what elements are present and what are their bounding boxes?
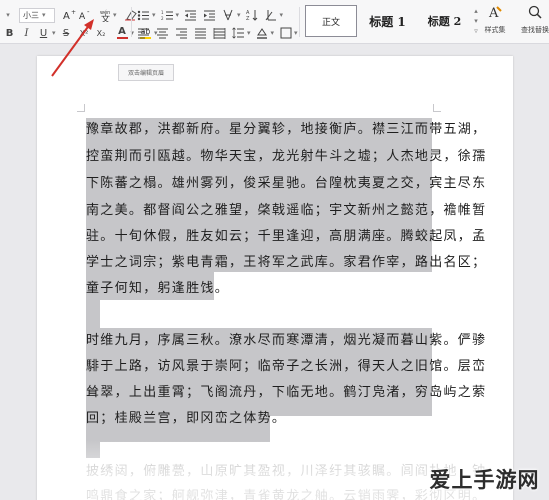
superscript-button[interactable]: X² — [77, 26, 92, 41]
line-spacing-icon[interactable] — [231, 26, 246, 41]
svg-text:Z: Z — [246, 16, 250, 21]
underline-button[interactable]: U — [36, 26, 51, 41]
align-center-icon[interactable] — [155, 26, 170, 41]
site-watermark-logo: 爱上手游网 — [429, 468, 540, 492]
text-line[interactable]: 騑于上路，访风景于崇阿；临帝子之长洲，得天人之旧馆。层峦 — [86, 356, 486, 378]
subscript-button[interactable]: X₂ — [94, 26, 109, 41]
text-line[interactable]: 南之美。都督阎公之雅望，棨戟遥临；宇文新州之懿范，襜帷暂 — [86, 200, 486, 222]
find-replace-button[interactable]: 查找替换 — [515, 4, 549, 35]
strikethrough-button[interactable]: S — [59, 26, 74, 41]
increase-indent-icon[interactable] — [202, 8, 217, 23]
text-line[interactable]: 控蛮荆而引瓯越。物华天宝，龙光射牛斗之墟；人杰地灵，徐孺 — [86, 146, 486, 168]
margin-corner-left — [77, 104, 85, 112]
text-line[interactable]: 回；桂殿兰宫，即冈峦之体势。 — [86, 408, 286, 430]
svg-text:1: 1 — [161, 10, 164, 15]
distributed-align-icon[interactable] — [212, 26, 227, 41]
find-replace-label: 查找替换 — [521, 26, 549, 34]
chevron-up-icon[interactable]: ▴ — [474, 6, 478, 16]
svg-text:2: 2 — [161, 16, 164, 21]
style-set-label: 样式集 — [484, 26, 506, 34]
align-right-icon[interactable] — [174, 26, 189, 41]
style-set-button[interactable]: A 样式集 — [482, 4, 508, 35]
text-line[interactable]: 下陈蕃之榻。雄州雾列，俊采星驰。台隍枕夷夏之交，宾主尽东 — [86, 173, 486, 195]
shrink-font-icon[interactable]: A- — [78, 8, 93, 23]
svg-text:文: 文 — [101, 13, 110, 22]
svg-text:A: A — [79, 12, 86, 21]
selection-highlight — [86, 300, 100, 328]
style-heading-2[interactable]: 标题 2 — [417, 5, 472, 37]
style-heading-1-label: 标题 1 — [369, 14, 406, 29]
svg-text:+: + — [71, 9, 76, 16]
bold-button[interactable]: B — [2, 26, 17, 41]
decrease-indent-icon[interactable] — [183, 8, 198, 23]
svg-text:-: - — [87, 9, 90, 16]
paragraph-group-row-2: ▾ ▾ ▾ — [136, 25, 298, 41]
font-size-value: 小三 — [23, 10, 39, 20]
font-color-button[interactable]: A — [115, 26, 130, 41]
style-set-icon: A — [487, 4, 503, 22]
show-marks-icon[interactable] — [264, 8, 279, 23]
margin-corner-right — [433, 104, 441, 112]
pinyin-guide-icon[interactable]: wén 文 — [98, 8, 113, 23]
text-line[interactable]: 时维九月，序属三秋。潦水尽而寒潭清，烟光凝而暮山紫。俨骖 — [86, 330, 486, 352]
font-size-select[interactable]: 小三 ▾ — [19, 7, 55, 23]
text-line[interactable]: 豫章故郡，洪都新府。星分翼轸，地接衡庐。襟三江而带五湖， — [86, 119, 486, 141]
style-heading-2-label: 标题 2 — [427, 15, 462, 28]
text-line[interactable]: 学士之词宗；紫电青霜，王将军之武库。家君作宰，路出名区； — [86, 252, 486, 274]
paragraph-group-row-1: ▾ 12 ▾ ▾ AZ ▾ — [136, 7, 283, 23]
borders-icon[interactable] — [278, 26, 293, 41]
chevron-down-icon[interactable]: ▾ — [474, 16, 478, 26]
font-color-icon: A — [118, 26, 126, 37]
svg-text:A: A — [63, 11, 70, 21]
header-edit-tip[interactable]: 双击编辑页眉 — [118, 64, 174, 81]
align-left-icon[interactable] — [136, 26, 151, 41]
text-line[interactable]: 耸翠，上出重霄；飞阁流丹，下临无地。鹤汀凫渚，穷岛屿之萦 — [86, 382, 486, 404]
font-group-row-1: ▾ 小三 ▾ A + A- wén 文 ▾ — [0, 7, 138, 23]
font-color-swatch — [116, 37, 128, 39]
style-heading-1[interactable]: 标题 1 — [360, 5, 415, 37]
font-name-dropdown-tail[interactable]: ▾ — [0, 8, 15, 23]
selection-highlight — [86, 432, 100, 458]
ribbon-toolbar: ▾ 小三 ▾ A + A- wén 文 ▾ B I U ▾ S X² X₂ A ▾ — [0, 0, 549, 44]
sort-icon[interactable]: AZ — [245, 8, 260, 23]
shading-icon[interactable] — [255, 26, 270, 41]
style-normal-label: 正文 — [321, 17, 340, 28]
chinese-layout-icon[interactable] — [221, 8, 236, 23]
expand-gallery-icon[interactable]: ▿ — [474, 26, 478, 36]
bullet-list-icon[interactable] — [136, 8, 151, 23]
style-gallery-scroller[interactable]: ▴ ▾ ▿ — [472, 6, 480, 36]
text-line[interactable]: 童子何知，躬逢胜饯。 — [86, 278, 229, 300]
numbered-list-icon[interactable]: 12 — [160, 8, 175, 23]
text-line[interactable]: 驻。十旬休假，胜友如云；千里逢迎，高朋满座。腾蛟起凤，孟 — [86, 226, 486, 248]
italic-button[interactable]: I — [19, 26, 34, 41]
justify-icon[interactable] — [193, 26, 208, 41]
find-replace-icon — [527, 4, 543, 22]
grow-font-icon[interactable]: A + — [62, 8, 77, 23]
font-group-row-2: B I U ▾ S X² X₂ A ▾ ab ▾ — [0, 25, 158, 41]
style-normal[interactable]: 正文 — [305, 5, 357, 37]
ribbon-divider — [299, 7, 300, 37]
ribbon-divider — [131, 7, 132, 37]
